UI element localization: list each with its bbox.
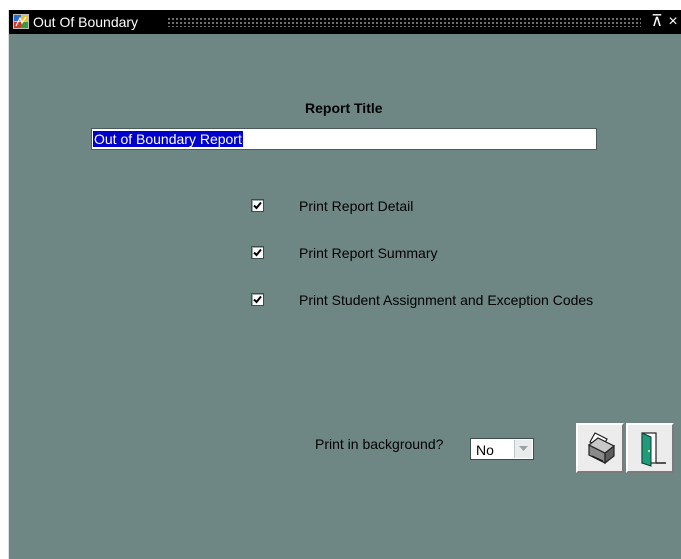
print-background-value: No xyxy=(476,442,494,458)
title-bar[interactable]: Out Of Boundary ⊼ × xyxy=(9,10,681,34)
exit-door-icon xyxy=(641,432,666,467)
window-title: Out Of Boundary xyxy=(33,14,139,30)
close-icon[interactable]: × xyxy=(666,13,680,31)
print-codes-label: Print Student Assignment and Exception C… xyxy=(299,292,594,308)
report-title-label: Report Title xyxy=(305,100,383,116)
print-codes-checkbox[interactable] xyxy=(251,293,264,306)
dropdown-arrow-icon[interactable] xyxy=(514,440,532,458)
print-codes-row[interactable]: Print Student Assignment and Exception C… xyxy=(9,291,681,311)
print-detail-row[interactable]: Print Report Detail xyxy=(9,197,681,217)
checkmark-icon xyxy=(253,201,262,210)
report-title-input[interactable]: Out of Boundary Report xyxy=(91,128,597,150)
print-background-label: Print in background? xyxy=(315,436,444,452)
app-icon xyxy=(13,14,29,29)
print-summary-label: Print Report Summary xyxy=(299,245,438,261)
print-summary-row[interactable]: Print Report Summary xyxy=(9,244,681,264)
exit-button[interactable] xyxy=(626,423,674,473)
print-summary-checkbox[interactable] xyxy=(251,246,264,259)
print-detail-checkbox[interactable] xyxy=(251,199,264,212)
report-window: Out Of Boundary ⊼ × Report Title Out of … xyxy=(8,10,681,559)
print-detail-label: Print Report Detail xyxy=(299,198,414,214)
restore-icon[interactable]: ⊼ xyxy=(650,13,664,31)
print-background-select[interactable]: No xyxy=(470,438,534,460)
checkmark-icon xyxy=(253,295,262,304)
printer-icon xyxy=(587,432,616,465)
print-button[interactable] xyxy=(576,423,624,473)
checkmark-icon xyxy=(253,248,262,257)
report-title-value: Out of Boundary Report xyxy=(93,131,243,147)
title-bar-pattern xyxy=(167,17,641,27)
